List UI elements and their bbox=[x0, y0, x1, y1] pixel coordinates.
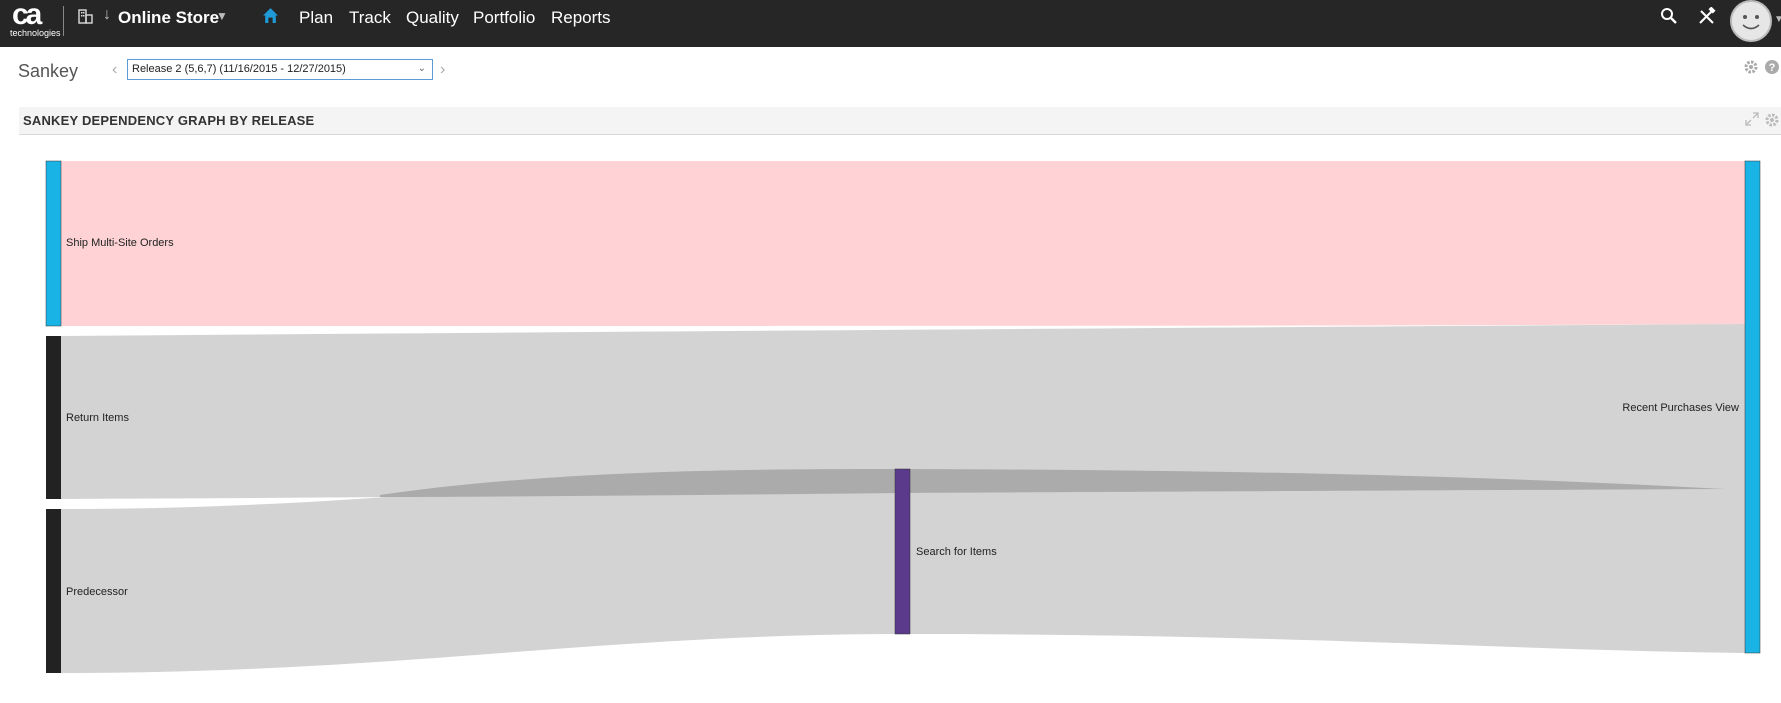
node-ship-multi-site-orders[interactable] bbox=[45, 160, 62, 327]
node-recent-purchases-view[interactable] bbox=[1744, 160, 1761, 654]
link-predecessor-to-search[interactable] bbox=[61, 469, 902, 673]
link-search-to-recent[interactable] bbox=[902, 469, 1745, 653]
node-return-items[interactable] bbox=[46, 336, 61, 499]
sankey-chart: Ship Multi-Site Orders Return Items Pred… bbox=[45, 160, 1761, 673]
link-ship-to-recent[interactable] bbox=[61, 161, 1745, 326]
node-label: Predecessor bbox=[66, 586, 128, 598]
node-label: Search for Items bbox=[916, 546, 997, 558]
node-search-for-items[interactable] bbox=[894, 468, 911, 635]
node-predecessor[interactable] bbox=[46, 509, 61, 673]
node-label: Recent Purchases View bbox=[1622, 402, 1739, 414]
node-label: Return Items bbox=[66, 412, 129, 424]
node-label: Ship Multi-Site Orders bbox=[66, 237, 174, 249]
